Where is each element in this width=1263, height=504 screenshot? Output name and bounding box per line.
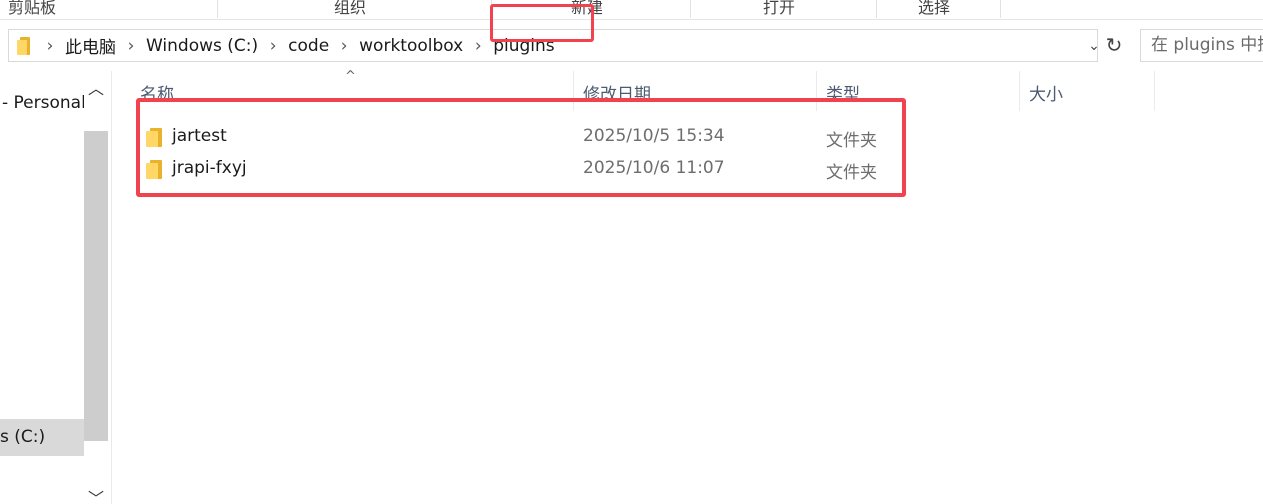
refresh-icon[interactable]: ↻ [1100, 29, 1128, 62]
column-header-label: 类型 [826, 85, 860, 105]
breadcrumb-plugins[interactable]: plugins [489, 36, 558, 56]
ribbon-separator [876, 0, 877, 18]
scroll-down-icon[interactable]: ﹀ [84, 485, 108, 504]
item-name[interactable]: jartest [172, 126, 227, 146]
nav-scrollbar[interactable]: ︿ ﹀ [84, 71, 108, 504]
folder-icon [17, 37, 31, 55]
list-item[interactable]: jartest 2025/10/5 15:34 文件夹 [136, 122, 1006, 152]
navigation-pane: - Personal s (C:) ︿ ﹀ [0, 71, 112, 504]
item-modified: 2025/10/5 15:34 [583, 126, 725, 146]
ribbon-group-organize[interactable]: 组织 [334, 0, 366, 17]
breadcrumb-worktoolbox[interactable]: worktoolbox [355, 36, 467, 56]
scroll-up-icon[interactable]: ︿ [84, 75, 108, 98]
folder-icon [146, 160, 162, 179]
ribbon-separator [690, 0, 691, 18]
column-header-size[interactable]: 大小 [1020, 71, 1154, 111]
breadcrumb-this-pc[interactable]: 此电脑 [61, 33, 120, 58]
item-modified: 2025/10/6 11:07 [583, 158, 725, 178]
folder-icon [146, 128, 162, 147]
ribbon-group-open[interactable]: 打开 [763, 0, 795, 17]
column-divider[interactable] [1154, 71, 1155, 111]
chevron-right-icon[interactable]: › [120, 36, 142, 56]
file-explorer-window: 剪贴板 组织 新建 打开 选择 › 此电脑 › Windows (C:) › c… [0, 0, 1263, 504]
chevron-right-icon[interactable]: › [467, 36, 489, 56]
breadcrumb-code[interactable]: code [284, 36, 333, 56]
address-bar[interactable]: › 此电脑 › Windows (C:) › code › worktoolbo… [8, 29, 1100, 62]
list-item[interactable]: jrapi-fxyj 2025/10/6 11:07 文件夹 [136, 154, 1006, 184]
column-header-name[interactable]: 名称 [113, 71, 573, 111]
breadcrumb: › 此电脑 › Windows (C:) › code › worktoolbo… [39, 30, 559, 61]
item-name[interactable]: jrapi-fxyj [172, 158, 247, 178]
ribbon: 剪贴板 组织 新建 打开 选择 [0, 0, 1263, 20]
scrollbar-thumb[interactable] [84, 131, 108, 441]
chevron-right-icon[interactable]: › [333, 36, 355, 56]
ribbon-separator [491, 0, 492, 18]
item-type: 文件夹 [826, 163, 877, 183]
column-header-label: 大小 [1029, 85, 1063, 105]
ribbon-group-new[interactable]: 新建 [571, 0, 603, 17]
breadcrumb-windows-c[interactable]: Windows (C:) [142, 36, 262, 56]
item-type: 文件夹 [826, 131, 877, 151]
nav-item-personal[interactable]: - Personal [2, 93, 86, 113]
column-header-modified[interactable]: 修改日期 [574, 71, 816, 111]
chevron-right-icon[interactable]: › [262, 36, 284, 56]
chevron-right-icon[interactable]: › [39, 36, 61, 56]
column-header-label: 名称 [140, 85, 174, 105]
ribbon-separator [1000, 0, 1001, 18]
ribbon-separator [217, 0, 218, 18]
ribbon-group-clipboard[interactable]: 剪贴板 [8, 0, 56, 17]
column-header-type[interactable]: 类型 [817, 71, 1019, 111]
ribbon-group-select[interactable]: 选择 [918, 0, 950, 17]
address-row: › 此电脑 › Windows (C:) › code › worktoolbo… [0, 21, 1263, 71]
nav-item-windows-c[interactable]: s (C:) [0, 419, 84, 456]
search-input[interactable]: 在 plugins 中搜索 [1140, 29, 1263, 62]
file-list: ^ 名称 修改日期 类型 大小 jartest 2025/10/5 15:34 … [113, 69, 1263, 504]
column-header-label: 修改日期 [583, 85, 651, 105]
